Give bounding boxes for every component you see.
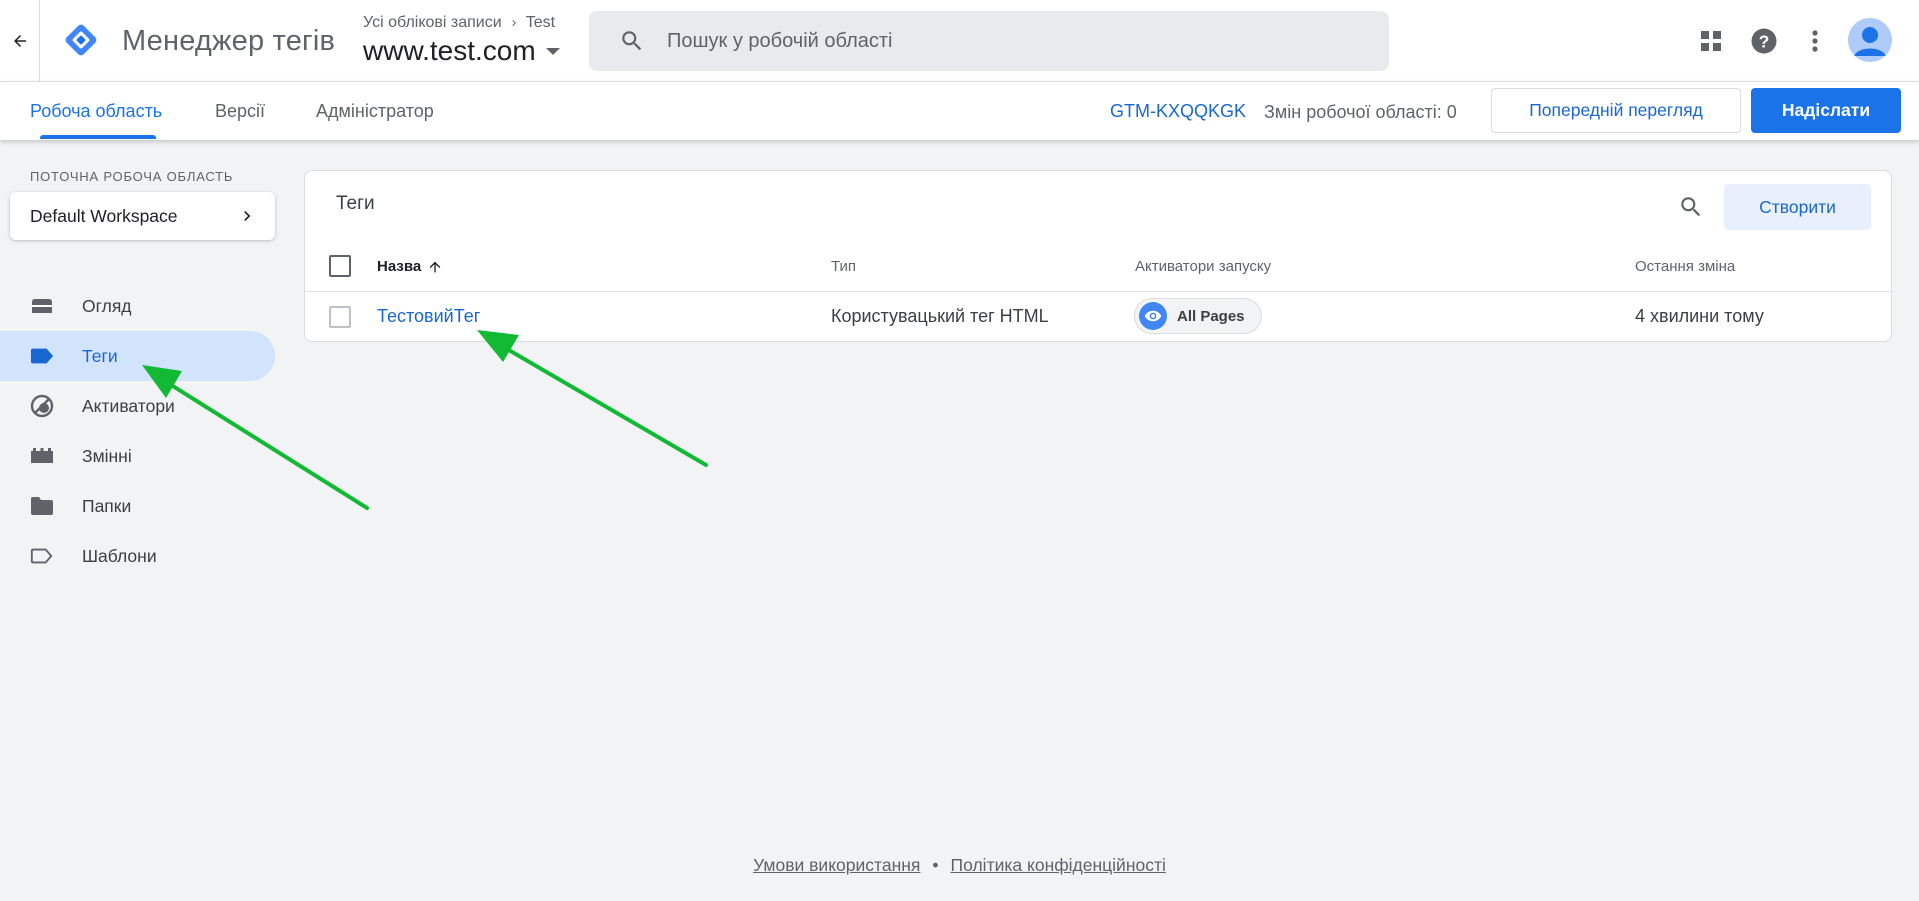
trigger-chip-label: All Pages — [1177, 307, 1245, 325]
avatar-icon — [1848, 18, 1892, 62]
column-header-type[interactable]: Тип — [831, 258, 856, 275]
submit-button[interactable]: Надіслати — [1751, 88, 1901, 133]
column-header-triggers[interactable]: Активатори запуску — [1135, 258, 1271, 275]
trigger-icon — [30, 394, 54, 418]
privacy-link[interactable]: Політика конфіденційності — [951, 855, 1166, 876]
tab-versions[interactable]: Версії — [205, 82, 275, 140]
row-checkbox[interactable] — [329, 306, 351, 328]
tags-card-title: Теги — [336, 193, 375, 214]
more-options-button[interactable] — [1795, 21, 1835, 61]
sidebar-item-templates[interactable]: Шаблони — [0, 531, 275, 581]
sidebar-item-label: Активатори — [82, 395, 175, 416]
container-selector[interactable]: www.test.com — [363, 34, 560, 68]
tags-search-button[interactable] — [1671, 187, 1711, 227]
select-all-checkbox[interactable] — [329, 255, 351, 277]
sidebar-item-label: Змінні — [82, 445, 132, 466]
table-row: ТестовийТег Користувацький тег HTML All … — [305, 292, 1891, 342]
sidebar-item-label: Папки — [82, 495, 132, 516]
active-tab-indicator — [40, 135, 156, 139]
workspace-search[interactable] — [589, 11, 1389, 71]
search-icon — [622, 31, 642, 51]
back-button[interactable] — [0, 0, 40, 81]
search-icon — [1681, 197, 1701, 217]
current-workspace-label: ПОТОЧНА РОБОЧА ОБЛАСТЬ — [30, 169, 234, 184]
app-title: Менеджер тегів — [122, 25, 336, 57]
sort-ascending-icon — [429, 261, 441, 272]
preview-button[interactable]: Попередній перегляд — [1491, 88, 1741, 133]
terms-link[interactable]: Умови використання — [753, 855, 920, 876]
sidebar-item-label: Шаблони — [82, 545, 157, 566]
sidebar-item-variables[interactable]: Змінні — [0, 431, 275, 481]
apps-grid-icon — [1701, 31, 1721, 51]
column-header-last-edited[interactable]: Остання зміна — [1635, 258, 1735, 275]
breadcrumb-all-accounts[interactable]: Усі облікові записи — [363, 14, 502, 32]
more-vert-icon — [1812, 30, 1818, 52]
tags-table-card: Теги Створити Назва Тип Активатори запус… — [304, 170, 1892, 342]
overview-icon — [30, 294, 54, 318]
account-avatar[interactable] — [1848, 18, 1892, 62]
chevron-right-icon — [244, 211, 251, 221]
apps-button[interactable] — [1691, 21, 1731, 61]
workspace-name: Default Workspace — [30, 205, 178, 226]
container-name: www.test.com — [363, 35, 536, 66]
tag-type: Користувацький тег HTML — [831, 306, 1049, 326]
sidebar-item-label: Теги — [82, 345, 118, 366]
column-header-name-label: Назва — [377, 258, 422, 275]
back-arrow-icon — [13, 34, 26, 47]
help-button[interactable]: ? — [1744, 21, 1784, 61]
sidebar-item-triggers[interactable]: Активатори — [0, 381, 275, 431]
workspace-changes-count: Змін робочої області: 0 — [1264, 102, 1457, 122]
column-header-name[interactable]: Назва — [377, 258, 443, 275]
footer: Умови використання • Політика конфіденці… — [0, 855, 1919, 876]
search-input[interactable] — [667, 29, 1347, 53]
template-icon — [30, 544, 54, 568]
footer-separator: • — [932, 855, 939, 875]
sidebar-item-tags[interactable]: Теги — [0, 331, 275, 381]
annotation-arrow-tag-name — [477, 330, 708, 467]
container-id-link[interactable]: GTM-KXQQKGK — [1110, 101, 1246, 122]
create-tag-button[interactable]: Створити — [1724, 184, 1871, 230]
trigger-chip[interactable]: All Pages — [1134, 298, 1262, 334]
sidebar-item-label: Огляд — [82, 295, 132, 316]
dropdown-icon — [545, 48, 560, 55]
tag-last-edited: 4 хвилини тому — [1635, 306, 1764, 326]
tab-admin[interactable]: Адміністратор — [306, 82, 444, 140]
workspace-navbar: Робоча область Версії Адміністратор GTM-… — [0, 81, 1919, 140]
sidebar-item-overview[interactable]: Огляд — [0, 281, 275, 331]
chevron-right-icon — [511, 20, 516, 26]
breadcrumb: Усі облікові записи Test — [363, 14, 555, 32]
variables-icon — [30, 444, 54, 468]
breadcrumb-account[interactable]: Test — [526, 14, 555, 32]
tag-icon — [30, 344, 54, 368]
top-app-bar: Менеджер тегів Усі облікові записи Test … — [0, 0, 1919, 81]
gtm-logo-icon — [65, 24, 97, 56]
svg-text:?: ? — [1759, 31, 1770, 51]
folder-icon — [30, 494, 54, 518]
help-icon: ? — [1751, 28, 1777, 54]
workspace-selector[interactable]: Default Workspace — [10, 192, 275, 240]
eye-icon — [1139, 302, 1167, 330]
tab-workspace[interactable]: Робоча область — [20, 82, 172, 140]
tag-name-link[interactable]: ТестовийТег — [377, 306, 480, 327]
sidebar-item-folders[interactable]: Папки — [0, 481, 275, 531]
